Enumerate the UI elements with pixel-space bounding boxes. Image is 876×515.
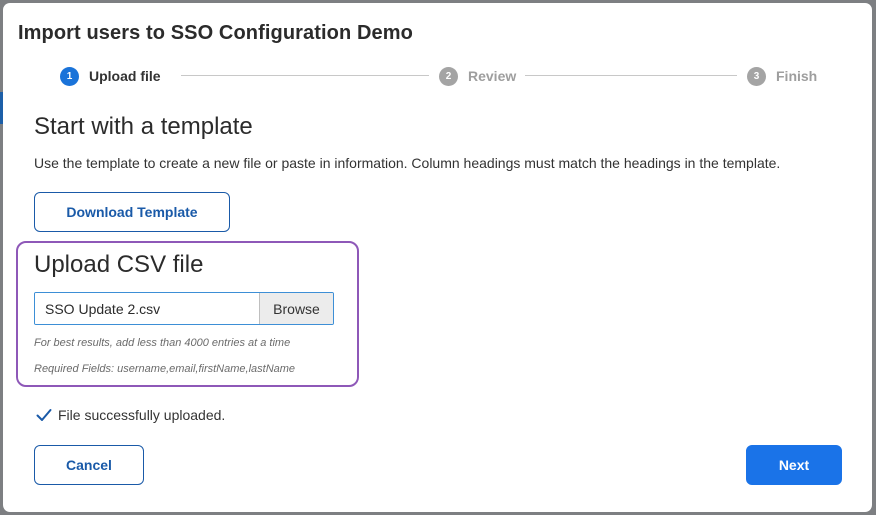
step-connector: [181, 75, 429, 76]
download-template-button[interactable]: Download Template: [34, 192, 230, 232]
required-fields-hint: Required Fields: username,email,firstNam…: [34, 363, 296, 375]
step-number-badge: 1: [60, 66, 79, 86]
browse-button[interactable]: Browse: [259, 293, 333, 324]
template-section-heading: Start with a template: [34, 113, 253, 140]
step-label: Review: [468, 68, 517, 84]
step-finish: 3 Finish: [747, 65, 817, 87]
step-label: Finish: [776, 68, 818, 84]
step-upload-file: 1 Upload file: [60, 65, 161, 87]
step-number-badge: 2: [439, 66, 458, 86]
next-button[interactable]: Next: [746, 445, 842, 485]
step-number-badge: 3: [747, 66, 766, 86]
step-connector: [525, 75, 737, 76]
upload-section-heading: Upload CSV file: [34, 251, 204, 278]
entries-limit-hint: For best results, add less than 4000 ent…: [34, 337, 291, 349]
dialog-title: Import users to SSO Configuration Demo: [18, 22, 413, 44]
upload-success-message: File successfully uploaded.: [36, 407, 225, 423]
checkmark-icon: [36, 409, 52, 421]
file-picker: Browse: [34, 292, 334, 325]
template-description: Use the template to create a new file or…: [34, 155, 781, 171]
progress-stepper: 1 Upload file 2 Review 3 Finish: [3, 65, 872, 87]
step-label: Upload file: [89, 68, 161, 84]
cancel-button[interactable]: Cancel: [34, 445, 144, 485]
step-review: 2 Review: [439, 65, 516, 87]
success-text: File successfully uploaded.: [58, 407, 226, 423]
file-name-input[interactable]: [35, 293, 259, 324]
import-users-dialog: Import users to SSO Configuration Demo 1…: [3, 3, 872, 512]
